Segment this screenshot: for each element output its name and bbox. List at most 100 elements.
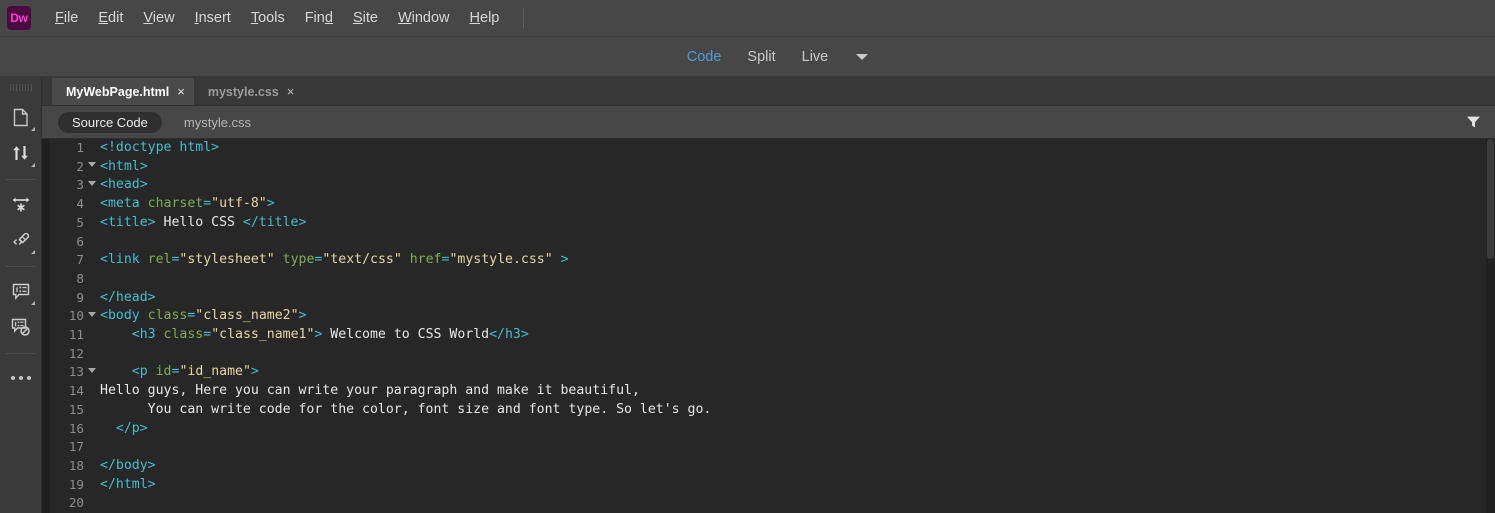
code-line[interactable]: 13 <p id="id_name">	[50, 363, 1495, 382]
workspace: MyWebPage.html × mystyle.css × Source Co…	[0, 77, 1495, 513]
flyout-indicator-icon	[30, 250, 35, 254]
menu-item-window[interactable]: Window	[388, 8, 460, 28]
format-source-code-icon[interactable]	[4, 187, 38, 221]
code-line[interactable]: 14 Hello guys, Here you can write your pa…	[50, 382, 1495, 401]
code-line[interactable]: 6	[50, 233, 1495, 252]
toolbar-divider	[5, 353, 36, 354]
line-number: 5	[76, 214, 84, 230]
scrollbar-thumb[interactable]	[1487, 139, 1494, 259]
code-line[interactable]: 1 <!doctype html>	[50, 139, 1495, 158]
line-number: 3	[76, 177, 84, 193]
line-content: <body class="class_name2">	[100, 308, 307, 324]
fold-spacer	[84, 139, 100, 158]
remove-comment-icon[interactable]	[4, 310, 38, 344]
document-tab-mystyle-css[interactable]: mystyle.css ×	[194, 78, 303, 105]
line-number: 11	[68, 327, 84, 343]
related-file-mystyle-css[interactable]: mystyle.css	[184, 115, 251, 130]
line-content: <link rel="stylesheet" type="text/css" h…	[100, 252, 569, 268]
code-fold-toggle-icon[interactable]	[84, 307, 100, 326]
fold-spacer	[84, 233, 100, 252]
code-line[interactable]: 16 </p>	[50, 420, 1495, 439]
view-mode-toolbar: Code Split Live	[0, 37, 1495, 77]
apply-source-format-icon[interactable]	[4, 223, 38, 257]
line-number: 12	[68, 345, 84, 361]
menu-item-edit[interactable]: Edit	[88, 8, 133, 28]
line-content: <head>	[100, 177, 148, 193]
code-line[interactable]: 19 </html>	[50, 476, 1495, 495]
line-number: 9	[76, 289, 84, 305]
line-content	[100, 270, 1495, 289]
line-content: </html>	[100, 476, 156, 492]
dreamweaver-window: Dw File Edit View Insert Tools Find Site Window…	[0, 0, 1495, 513]
line-content: Hello guys, Here you can write your para…	[100, 383, 640, 399]
file-transfer-icon[interactable]	[4, 136, 38, 170]
line-content: <h3 class="class_name1"> Welcome to CSS …	[131, 327, 529, 343]
toolbar-divider	[5, 266, 36, 267]
line-number: 7	[76, 252, 84, 268]
code-line[interactable]: 17	[50, 438, 1495, 457]
code-line[interactable]: 18 </body>	[50, 457, 1495, 476]
document-tab-label: MyWebPage.html	[66, 84, 170, 99]
line-content: <title> Hello CSS </title>	[100, 214, 307, 230]
code-line[interactable]: 5 <title> Hello CSS </title>	[50, 214, 1495, 233]
menu-items: File Edit View Insert Tools Find Site Window Hel…	[45, 8, 509, 28]
chevron-down-icon[interactable]	[856, 53, 869, 60]
line-number: 1	[76, 140, 84, 155]
source-code-button[interactable]: Source Code	[58, 111, 162, 133]
line-number: 10	[68, 308, 84, 324]
line-content	[100, 438, 1495, 457]
code-line[interactable]: 3 <head>	[50, 176, 1495, 195]
flyout-indicator-icon	[30, 127, 35, 131]
toolbar-drag-handle[interactable]	[9, 84, 32, 91]
vertical-scrollbar[interactable]	[1486, 139, 1495, 513]
fold-spacer	[84, 195, 100, 214]
apply-comment-icon[interactable]	[4, 274, 38, 308]
open-documents-icon[interactable]	[4, 100, 38, 134]
code-line[interactable]: 4 <meta charset="utf-8">	[50, 195, 1495, 214]
code-line[interactable]: 2 <html>	[50, 158, 1495, 177]
fold-spacer	[84, 401, 100, 420]
code-fold-toggle-icon[interactable]	[84, 363, 100, 382]
fold-spacer	[84, 345, 100, 364]
code-editor[interactable]: 1 <!doctype html> 2 <html> 3 <head> 4 <meta cha…	[42, 139, 1495, 513]
document-tab-mywebpage-html[interactable]: MyWebPage.html ×	[52, 78, 194, 105]
code-fold-toggle-icon[interactable]	[84, 176, 100, 195]
document-tab-label: mystyle.css	[207, 84, 279, 99]
fold-spacer	[84, 382, 100, 401]
line-content	[100, 345, 1495, 364]
code-line[interactable]: 12	[50, 345, 1495, 364]
menu-item-insert[interactable]: Insert	[185, 8, 241, 28]
document-tab-bar: MyWebPage.html × mystyle.css ×	[42, 77, 1495, 106]
toolbar-divider	[5, 179, 36, 180]
code-line[interactable]: 20	[50, 494, 1495, 513]
filter-funnel-icon[interactable]	[1461, 110, 1485, 134]
menu-item-site[interactable]: Site	[343, 8, 388, 28]
menu-item-file[interactable]: File	[45, 8, 88, 28]
fold-spacer	[84, 289, 100, 308]
fold-spacer	[84, 326, 100, 345]
menu-item-view[interactable]: View	[133, 8, 184, 28]
line-content: </head>	[100, 289, 156, 305]
view-button-split[interactable]: Split	[747, 49, 775, 65]
code-line[interactable]: 15 You can write code for the color, fon…	[50, 401, 1495, 420]
code-line[interactable]: 9 </head>	[50, 289, 1495, 308]
view-button-live[interactable]: Live	[802, 49, 829, 65]
close-icon[interactable]: ×	[287, 85, 295, 98]
code-line[interactable]: 11 <h3 class="class_name1"> Welcome to C…	[50, 326, 1495, 345]
code-line[interactable]: 10 <body class="class_name2">	[50, 307, 1495, 326]
code-fold-toggle-icon[interactable]	[84, 158, 100, 177]
code-scroll-area[interactable]: 1 <!doctype html> 2 <html> 3 <head> 4 <meta cha…	[50, 139, 1495, 513]
flyout-indicator-icon	[30, 301, 35, 305]
related-files-bar: Source Code mystyle.css	[42, 106, 1495, 139]
menu-item-help[interactable]: Help	[460, 8, 510, 28]
line-number: 20	[68, 495, 84, 511]
menu-item-find[interactable]: Find	[295, 8, 343, 28]
editor-gutter-strip	[42, 139, 50, 513]
close-icon[interactable]: ×	[177, 85, 185, 98]
code-line[interactable]: 7 <link rel="stylesheet" type="text/css" …	[50, 251, 1495, 270]
code-line[interactable]: 8	[50, 270, 1495, 289]
more-options-icon[interactable]	[4, 361, 38, 395]
view-button-code[interactable]: Code	[687, 49, 722, 65]
line-content: <meta charset="utf-8">	[100, 196, 275, 212]
menu-item-tools[interactable]: Tools	[241, 8, 295, 28]
